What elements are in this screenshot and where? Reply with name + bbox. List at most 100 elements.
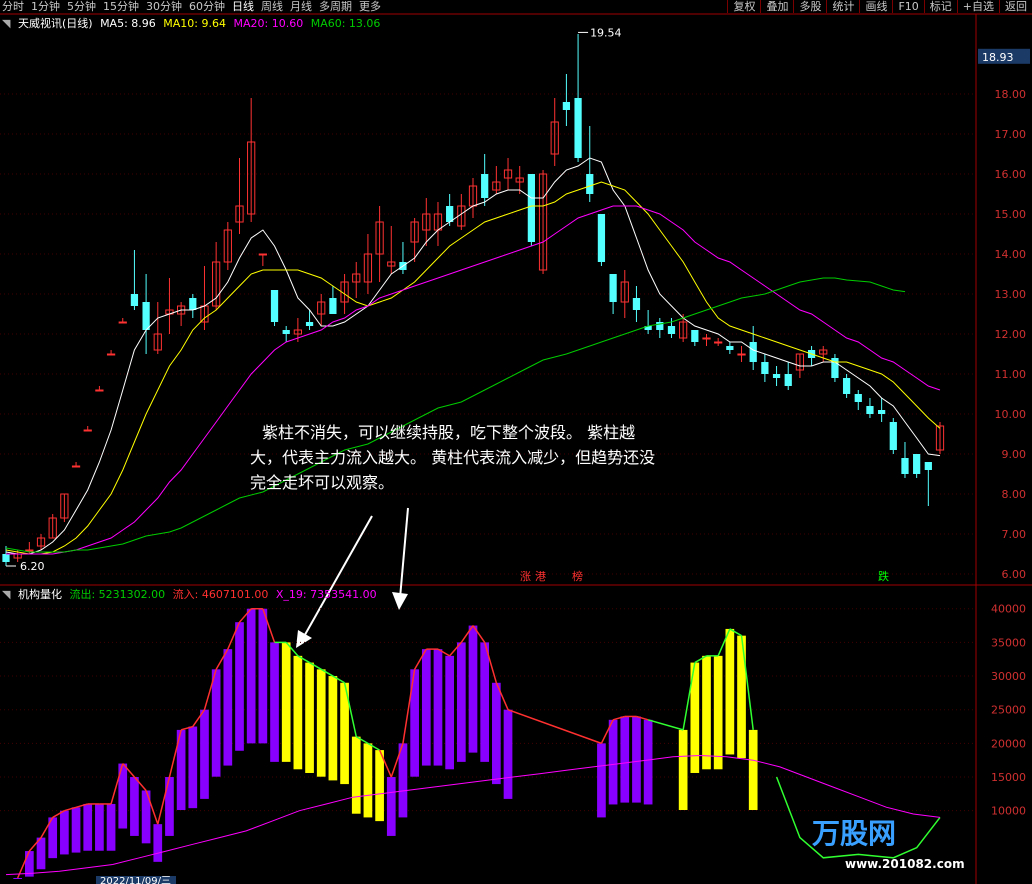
annotation-arrow	[301, 515, 373, 641]
ma-line-ma20	[6, 205, 941, 555]
ma5-value: MA5: 8.96	[100, 17, 156, 30]
indicator-bar	[188, 726, 198, 809]
stock-title: 天威视讯(日线)	[17, 17, 93, 30]
candle-body	[446, 206, 454, 222]
annotation-text: 紫柱不消失，可以继续持股，吃下整个波段。 紫柱越大，代表主力流入越大。 黄柱代表…	[250, 423, 656, 492]
candle-body	[749, 342, 757, 362]
event-tag-2: 榜	[572, 569, 583, 583]
inflow-value: 流入: 4607101.00	[172, 588, 269, 601]
candle-body	[527, 174, 535, 242]
indicator-bar	[328, 676, 338, 781]
indicator-bar	[363, 743, 373, 818]
indicator-bar	[702, 655, 711, 770]
indicator-bar	[480, 642, 490, 762]
indicator-title: 机构量化	[17, 588, 62, 601]
indicator-bar	[351, 736, 361, 814]
indicator-tick-label: 35000	[991, 636, 1026, 649]
candle-body	[106, 353, 116, 356]
ma10-value: MA10: 9.64	[163, 17, 226, 30]
high-price-label: 19.54	[590, 26, 622, 39]
candle-body	[130, 294, 139, 306]
price-tick-label: 11.00	[995, 368, 1027, 381]
candle-body	[83, 429, 92, 432]
price-tick-label: 17.00	[995, 128, 1027, 141]
candle-body	[772, 374, 781, 378]
candle-body	[901, 458, 909, 474]
indicator-bar	[211, 669, 221, 777]
candle-body	[586, 174, 594, 194]
price-tick-label: 18.00	[995, 88, 1027, 101]
indicator-legend: ◥ 机构量化 流出: 5231302.00 流入: 4607101.00 X_1…	[2, 588, 381, 602]
price-tick-label: 7.00	[1002, 528, 1027, 541]
chevron-down-icon[interactable]: ◥	[2, 17, 10, 30]
indicator-bar	[386, 777, 396, 836]
annotation-arrowhead	[392, 592, 408, 610]
main-legend: ◥ 天威视讯(日线) MA5: 8.96 MA10: 9.64 MA20: 10…	[2, 17, 384, 31]
indicator-bar	[597, 743, 606, 818]
indicator-bar	[106, 803, 116, 851]
indicator-bar	[737, 635, 746, 759]
ma60-value: MA60: 13.06	[310, 17, 381, 30]
candle-body	[25, 549, 34, 552]
indicator-bar	[281, 642, 291, 762]
indicator-bar	[293, 655, 303, 770]
indicator-bar	[316, 669, 326, 777]
indicator-bar	[456, 642, 466, 762]
candle-body	[562, 102, 571, 110]
ma20-value: MA20: 10.60	[233, 17, 304, 30]
watermark-url: www.201082.com	[845, 857, 965, 871]
indicator-bar	[36, 837, 46, 870]
indicator-bar	[433, 649, 443, 766]
candle-body	[878, 410, 886, 414]
candle-body	[118, 321, 127, 324]
candle-body	[632, 298, 641, 310]
event-tag-3: 跌	[878, 569, 889, 583]
indicator-bar	[375, 750, 384, 822]
indicator-bar	[643, 719, 653, 805]
indicator-bar	[258, 608, 268, 744]
indicator-bar	[83, 803, 93, 851]
candle-body	[761, 362, 769, 374]
candle-body	[784, 374, 792, 386]
indicator-bar	[200, 709, 209, 799]
event-tag-0: 涨	[520, 570, 531, 583]
candle-body	[189, 298, 197, 310]
indicator-bar	[713, 655, 723, 770]
price-tick-label: 6.00	[1002, 568, 1027, 581]
indicator-bar	[503, 709, 513, 799]
price-tick-label: 10.00	[995, 408, 1027, 421]
candle-body	[691, 330, 699, 342]
candle-body	[258, 253, 267, 256]
candle-body	[305, 322, 314, 326]
candle-body	[270, 290, 279, 322]
candle-body	[282, 330, 290, 334]
date-label: 2022/11/09/三	[100, 876, 171, 884]
chevron-down-icon[interactable]: ◥	[2, 588, 10, 601]
indicator-bar	[620, 716, 630, 803]
flow-line	[647, 719, 684, 731]
indicator-tick-label: 30000	[991, 670, 1026, 683]
indicator-bar	[305, 662, 314, 773]
candle-body	[714, 341, 723, 344]
indicator-tick-label: 20000	[991, 737, 1026, 750]
indicator-bar	[445, 655, 454, 770]
candle-body	[702, 337, 711, 340]
price-tick-label: 8.00	[1002, 488, 1027, 501]
indicator-tick-label: 40000	[991, 603, 1026, 616]
indicator-bar	[223, 649, 233, 766]
indicator-bar	[60, 810, 69, 855]
candle-body	[481, 174, 489, 198]
indicator-bar	[95, 803, 104, 851]
indicator-bar	[235, 622, 244, 751]
indicator-bar	[725, 628, 735, 755]
low-price-label: 6.20	[20, 560, 45, 573]
outflow-value: 流出: 5231302.00	[69, 588, 166, 601]
indicator-bar	[398, 743, 408, 818]
indicator-bar	[678, 729, 688, 811]
indicator-bar	[468, 625, 478, 753]
candle-body	[924, 462, 932, 470]
watermark-brand: 万股网	[812, 817, 897, 850]
candle-body	[142, 302, 150, 330]
price-tick-label: 9.00	[1002, 448, 1027, 461]
annotation-arrowhead	[296, 630, 312, 648]
